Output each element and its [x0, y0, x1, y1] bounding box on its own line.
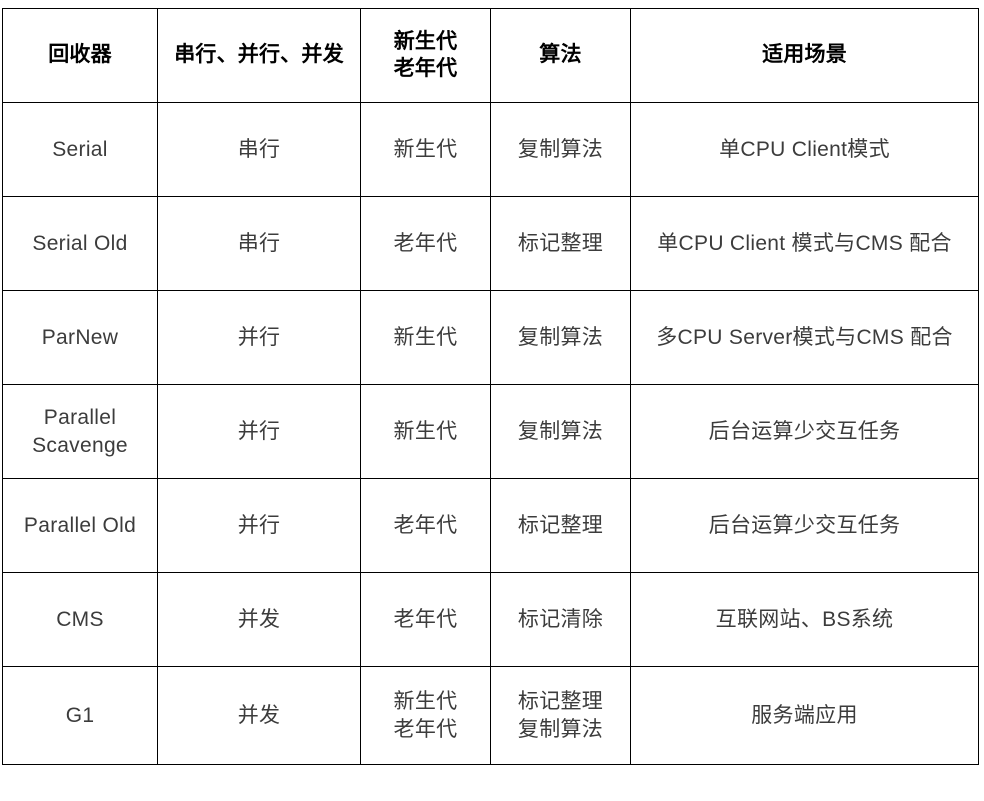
cell-collector: Serial	[2, 102, 158, 197]
cell-generation: 新生代	[360, 384, 491, 479]
cell-collector-text: G1	[65, 703, 95, 727]
cell-concurrency: 并发	[157, 572, 361, 667]
cell-scenario: 互联网站、BS系统	[630, 572, 979, 667]
column-header-algorithm: 算法	[490, 8, 631, 103]
cell-scenario-text: 单CPU Client模式	[719, 137, 890, 161]
cell-generation-text: 新生代	[393, 325, 458, 349]
column-header-generation-label: 新生代 老年代	[393, 29, 458, 80]
cell-scenario: 多CPU Server模式与CMS 配合	[630, 290, 979, 385]
cell-concurrency-text: 并发	[237, 607, 281, 631]
cell-algorithm-text: 复制算法	[517, 419, 604, 443]
cell-algorithm: 标记整理	[490, 478, 631, 573]
cell-generation: 新生代	[360, 102, 491, 197]
cell-collector: Parallel Old	[2, 478, 158, 573]
cell-algorithm-text: 标记整理	[517, 231, 604, 255]
cell-concurrency: 并行	[157, 290, 361, 385]
cell-scenario-text: 互联网站、BS系统	[715, 607, 894, 631]
cell-scenario-text: 后台运算少交互任务	[708, 419, 901, 443]
cell-concurrency-text: 并行	[237, 325, 281, 349]
table-row: G1 并发 新生代 老年代 标记整理 复制算法 服务端应用	[2, 666, 979, 765]
cell-collector-text: CMS	[56, 607, 104, 631]
cell-generation: 新生代 老年代	[360, 666, 491, 765]
cell-collector: CMS	[2, 572, 158, 667]
table-header: 回收器 串行、并行、并发 新生代 老年代 算法 适用场景	[2, 8, 979, 103]
cell-concurrency-text: 并行	[237, 513, 281, 537]
cell-collector: Parallel Scavenge	[2, 384, 158, 479]
cell-concurrency: 并行	[157, 384, 361, 479]
cell-generation-text: 新生代 老年代	[393, 690, 458, 741]
cell-algorithm-text: 标记清除	[517, 607, 604, 631]
cell-concurrency-text: 串行	[237, 137, 281, 161]
column-header-concurrency: 串行、并行、并发	[157, 8, 361, 103]
cell-scenario-text: 后台运算少交互任务	[708, 513, 901, 537]
cell-concurrency-text: 串行	[237, 231, 281, 255]
cell-concurrency-text: 并行	[237, 419, 281, 443]
cell-collector: ParNew	[2, 290, 158, 385]
cell-collector: G1	[2, 666, 158, 765]
cell-collector-text: Serial	[52, 137, 108, 161]
cell-scenario: 后台运算少交互任务	[630, 384, 979, 479]
table-body: Serial 串行 新生代 复制算法 单CPU Client模式 Serial …	[2, 102, 979, 765]
table-header-row: 回收器 串行、并行、并发 新生代 老年代 算法 适用场景	[2, 8, 979, 103]
cell-algorithm: 复制算法	[490, 102, 631, 197]
cell-generation-text: 老年代	[393, 513, 458, 537]
cell-generation-text: 老年代	[393, 607, 458, 631]
cell-concurrency: 串行	[157, 196, 361, 291]
cell-generation-text: 新生代	[393, 137, 458, 161]
gc-collectors-table: 回收器 串行、并行、并发 新生代 老年代 算法 适用场景 Serial 串行 新…	[2, 8, 979, 765]
cell-algorithm-text: 复制算法	[517, 137, 604, 161]
cell-generation: 新生代	[360, 290, 491, 385]
cell-algorithm-text: 标记整理 复制算法	[517, 690, 604, 741]
page-root: 回收器 串行、并行、并发 新生代 老年代 算法 适用场景 Serial 串行 新…	[0, 0, 984, 801]
column-header-scenario: 适用场景	[630, 8, 979, 103]
cell-scenario: 后台运算少交互任务	[630, 478, 979, 573]
cell-algorithm-text: 标记整理	[517, 513, 604, 537]
cell-scenario: 服务端应用	[630, 666, 979, 765]
cell-scenario: 单CPU Client模式	[630, 102, 979, 197]
cell-collector-text: Parallel Scavenge	[32, 406, 128, 457]
cell-algorithm: 标记清除	[490, 572, 631, 667]
cell-collector-text: Parallel Old	[23, 513, 137, 537]
cell-collector-text: ParNew	[41, 325, 119, 349]
table-row: ParNew 并行 新生代 复制算法 多CPU Server模式与CMS 配合	[2, 290, 979, 385]
cell-scenario-text: 单CPU Client 模式与CMS 配合	[657, 231, 952, 255]
cell-concurrency: 串行	[157, 102, 361, 197]
cell-concurrency-text: 并发	[237, 703, 281, 727]
cell-generation: 老年代	[360, 478, 491, 573]
table-row: Serial Old 串行 老年代 标记整理 单CPU Client 模式与CM…	[2, 196, 979, 291]
cell-concurrency: 并行	[157, 478, 361, 573]
cell-scenario: 单CPU Client 模式与CMS 配合	[630, 196, 979, 291]
table-row: CMS 并发 老年代 标记清除 互联网站、BS系统	[2, 572, 979, 667]
cell-generation: 老年代	[360, 196, 491, 291]
cell-scenario-text: 服务端应用	[751, 703, 858, 727]
column-header-generation: 新生代 老年代	[360, 8, 491, 103]
column-header-collector: 回收器	[2, 8, 158, 103]
table-row: Parallel Scavenge 并行 新生代 复制算法 后台运算少交互任务	[2, 384, 979, 479]
cell-concurrency: 并发	[157, 666, 361, 765]
cell-scenario-text: 多CPU Server模式与CMS 配合	[656, 325, 953, 349]
column-header-algorithm-label: 算法	[539, 43, 582, 67]
column-header-collector-label: 回收器	[48, 43, 112, 67]
column-header-concurrency-label: 串行、并行、并发	[174, 43, 344, 67]
cell-generation-text: 新生代	[393, 419, 458, 443]
table-row: Parallel Old 并行 老年代 标记整理 后台运算少交互任务	[2, 478, 979, 573]
cell-algorithm-text: 复制算法	[517, 325, 604, 349]
cell-collector-text: Serial Old	[32, 231, 128, 255]
cell-algorithm: 标记整理 复制算法	[490, 666, 631, 765]
cell-generation-text: 老年代	[393, 231, 458, 255]
cell-generation: 老年代	[360, 572, 491, 667]
column-header-scenario-label: 适用场景	[762, 43, 847, 67]
cell-algorithm: 复制算法	[490, 384, 631, 479]
cell-collector: Serial Old	[2, 196, 158, 291]
cell-algorithm: 复制算法	[490, 290, 631, 385]
cell-algorithm: 标记整理	[490, 196, 631, 291]
table-row: Serial 串行 新生代 复制算法 单CPU Client模式	[2, 102, 979, 197]
